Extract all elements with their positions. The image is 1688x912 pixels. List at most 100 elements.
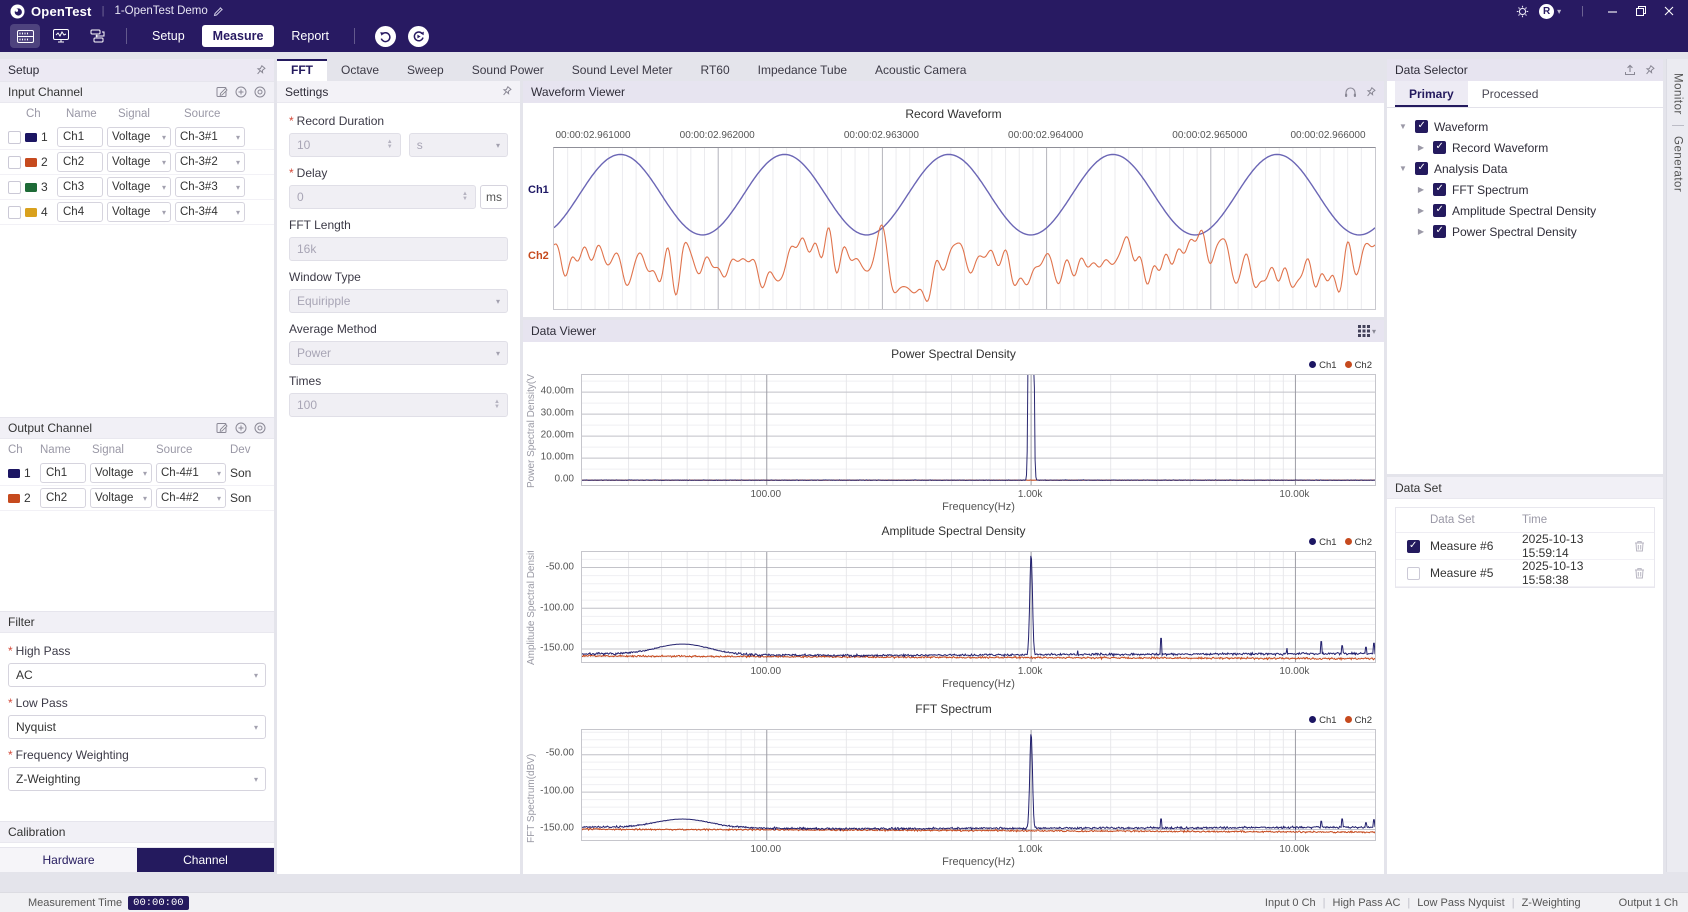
plot-area[interactable]: [581, 374, 1376, 486]
add-icon[interactable]: [235, 422, 247, 434]
channel-name-input[interactable]: Ch1: [57, 127, 103, 147]
row-checkbox[interactable]: [8, 156, 21, 169]
channel-name-input[interactable]: Ch2: [40, 488, 86, 508]
signal-select[interactable]: Voltage▾: [107, 202, 171, 222]
target-settings-icon[interactable]: [254, 86, 266, 98]
row-checkbox[interactable]: [8, 131, 21, 144]
pin-icon[interactable]: [1644, 65, 1655, 76]
spinner-arrows-icon[interactable]: ▲▼: [494, 400, 500, 410]
signal-select[interactable]: Voltage▾: [107, 127, 171, 147]
edit-pencil-icon[interactable]: [213, 6, 224, 17]
channel-table-view-button[interactable]: [10, 24, 40, 48]
minimize-button[interactable]: [1604, 4, 1622, 18]
source-select[interactable]: Ch-3#1▾: [175, 127, 245, 147]
pin-icon[interactable]: [255, 65, 266, 76]
tree-checkbox[interactable]: [1433, 225, 1446, 238]
tree-expand-icon[interactable]: ▼: [1397, 122, 1409, 131]
tab-sweep[interactable]: Sweep: [393, 59, 458, 81]
settings-gear-icon[interactable]: [1516, 5, 1529, 18]
signal-select[interactable]: Voltage▾: [107, 152, 171, 172]
row-checkbox[interactable]: [8, 206, 21, 219]
filter-frequency-weighting-select[interactable]: Z-Weighting▾: [8, 767, 266, 791]
filter-low-pass-select[interactable]: Nyquist▾: [8, 715, 266, 739]
window-type-select[interactable]: Equiripple▾: [289, 289, 508, 313]
replay-run-button[interactable]: [408, 26, 429, 47]
legend-item[interactable]: Ch2: [1345, 715, 1372, 726]
data-set-checkbox[interactable]: [1407, 540, 1420, 553]
tab-acoustic-camera[interactable]: Acoustic Camera: [861, 59, 980, 81]
edit-icon[interactable]: [216, 86, 228, 98]
setup-tab-hardware[interactable]: Hardware: [0, 848, 137, 872]
legend-item[interactable]: Ch1: [1309, 537, 1336, 548]
undo-button[interactable]: [375, 26, 396, 47]
spinner-arrows-icon[interactable]: ▲▼: [462, 192, 468, 202]
record-duration-spinner[interactable]: 10▲▼: [289, 133, 401, 157]
legend-item[interactable]: Ch2: [1345, 360, 1372, 371]
strip-monitor[interactable]: Monitor: [1672, 73, 1684, 115]
close-button[interactable]: [1660, 4, 1678, 18]
nav-report[interactable]: Report: [280, 25, 340, 47]
channel-name-input[interactable]: Ch1: [40, 463, 86, 483]
tree-checkbox[interactable]: [1415, 162, 1428, 175]
tab-fft[interactable]: FFT: [277, 59, 327, 81]
tree-item[interactable]: ▼Analysis Data: [1391, 158, 1659, 179]
target-settings-icon[interactable]: [254, 422, 266, 434]
channel-name-input[interactable]: Ch2: [57, 152, 103, 172]
spinner-arrows-icon[interactable]: ▲▼: [387, 140, 393, 150]
legend-item[interactable]: Ch2: [1345, 537, 1372, 548]
pin-icon[interactable]: [501, 86, 512, 97]
signal-select[interactable]: Voltage▾: [107, 177, 171, 197]
tab-rt60[interactable]: RT60: [687, 59, 744, 81]
delay-spinner[interactable]: 0▲▼: [289, 185, 476, 209]
tree-collapse-icon[interactable]: ▶: [1415, 185, 1427, 194]
layout-grid-button[interactable]: ▾: [1358, 325, 1376, 337]
plot-area[interactable]: [581, 729, 1376, 841]
delete-trash-icon[interactable]: [1634, 567, 1645, 579]
setup-tab-channel[interactable]: Channel: [137, 848, 274, 872]
legend-item[interactable]: Ch1: [1309, 715, 1336, 726]
tree-item[interactable]: ▶FFT Spectrum: [1391, 179, 1659, 200]
pin-icon[interactable]: [1365, 87, 1376, 98]
legend-item[interactable]: Ch1: [1309, 360, 1336, 371]
edit-icon[interactable]: [216, 422, 228, 434]
tree-checkbox[interactable]: [1415, 120, 1428, 133]
export-upload-icon[interactable]: [1624, 64, 1636, 76]
fft-length-input[interactable]: 16k: [289, 237, 508, 261]
sequence-view-button[interactable]: [82, 24, 112, 48]
record-duration-unit-select[interactable]: s▾: [409, 133, 508, 157]
source-select[interactable]: Ch-4#2▾: [156, 488, 226, 508]
tree-collapse-icon[interactable]: ▶: [1415, 206, 1427, 215]
tree-checkbox[interactable]: [1433, 204, 1446, 217]
tree-item[interactable]: ▼Waveform: [1391, 116, 1659, 137]
restore-button[interactable]: [1632, 4, 1650, 18]
channel-name-input[interactable]: Ch4: [57, 202, 103, 222]
tab-octave[interactable]: Octave: [327, 59, 393, 81]
monitor-view-button[interactable]: [46, 24, 76, 48]
channel-name-input[interactable]: Ch3: [57, 177, 103, 197]
data-set-checkbox[interactable]: [1407, 567, 1420, 580]
waveform-plot-area[interactable]: [553, 147, 1376, 310]
tree-checkbox[interactable]: [1433, 141, 1446, 154]
add-icon[interactable]: [235, 86, 247, 98]
source-select[interactable]: Ch-3#4▾: [175, 202, 245, 222]
source-select[interactable]: Ch-3#3▾: [175, 177, 245, 197]
selector-tab-processed[interactable]: Processed: [1468, 81, 1553, 107]
tree-collapse-icon[interactable]: ▶: [1415, 227, 1427, 236]
filter-high-pass-select[interactable]: AC▾: [8, 663, 266, 687]
signal-select[interactable]: Voltage▾: [90, 463, 152, 483]
strip-generator[interactable]: Generator: [1672, 136, 1684, 192]
source-select[interactable]: Ch-4#1▾: [156, 463, 226, 483]
data-set-row[interactable]: Measure #62025-10-13 15:59:14: [1396, 533, 1654, 560]
tree-item[interactable]: ▶Record Waveform: [1391, 137, 1659, 158]
tab-impedance-tube[interactable]: Impedance Tube: [744, 59, 861, 81]
tab-sound-level-meter[interactable]: Sound Level Meter: [558, 59, 687, 81]
signal-select[interactable]: Voltage▾: [90, 488, 152, 508]
nav-setup[interactable]: Setup: [141, 25, 196, 47]
selector-tab-primary[interactable]: Primary: [1395, 81, 1468, 107]
plot-area[interactable]: [581, 551, 1376, 663]
nav-measure[interactable]: Measure: [202, 25, 275, 47]
account-menu[interactable]: R ▾: [1539, 4, 1561, 19]
delete-trash-icon[interactable]: [1634, 540, 1645, 552]
tree-item[interactable]: ▶Amplitude Spectral Density: [1391, 200, 1659, 221]
tree-checkbox[interactable]: [1433, 183, 1446, 196]
